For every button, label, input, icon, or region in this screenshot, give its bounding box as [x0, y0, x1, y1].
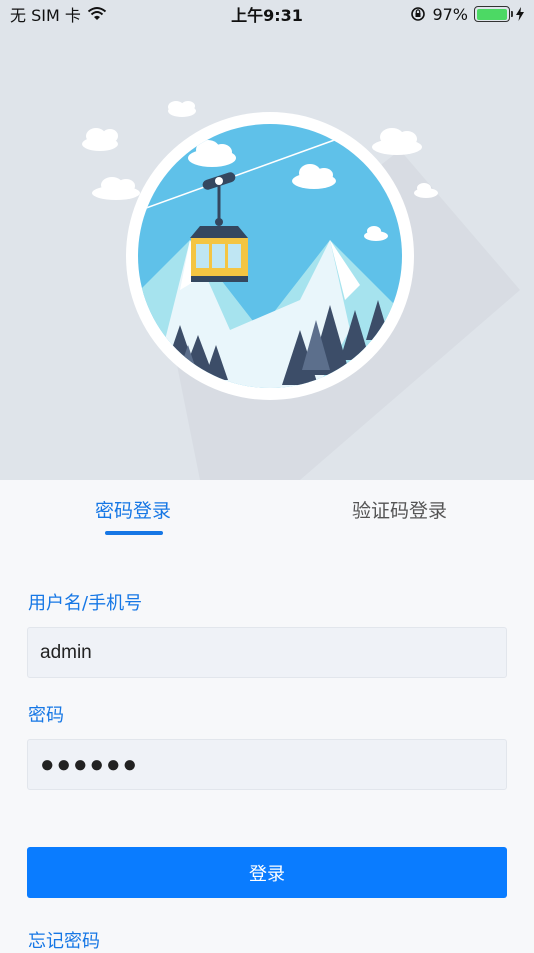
login-tabs: 密码登录 验证码登录	[0, 480, 534, 540]
login-panel: 密码登录 验证码登录 用户名/手机号 admin 密码 ●●●●●● 登录 忘记…	[0, 480, 534, 953]
charging-icon	[516, 7, 524, 21]
tab-code-login[interactable]: 验证码登录	[352, 496, 447, 523]
battery-percent: 97%	[432, 4, 468, 24]
username-label: 用户名/手机号	[28, 593, 143, 614]
orientation-lock-icon	[411, 7, 426, 21]
password-input[interactable]: ●●●●●●	[27, 739, 507, 790]
hero-illustration	[0, 0, 534, 480]
wifi-icon	[87, 7, 106, 20]
battery-icon	[474, 6, 513, 22]
password-label: 密码	[28, 705, 64, 726]
cable-car-illustration	[82, 101, 520, 480]
password-value: ●●●●●●	[40, 750, 139, 778]
forgot-password-link[interactable]: 忘记密码	[28, 927, 100, 953]
status-bar: 无 SIM 卡 上午9:31 97%	[0, 0, 534, 28]
login-button[interactable]: 登录	[27, 847, 507, 898]
carrier-label: 无 SIM 卡	[10, 6, 81, 25]
active-tab-indicator	[105, 531, 163, 535]
username-input[interactable]: admin	[27, 627, 507, 678]
username-value: admin	[40, 641, 92, 663]
tab-password-login[interactable]: 密码登录	[95, 496, 171, 523]
battery-level	[476, 8, 507, 20]
